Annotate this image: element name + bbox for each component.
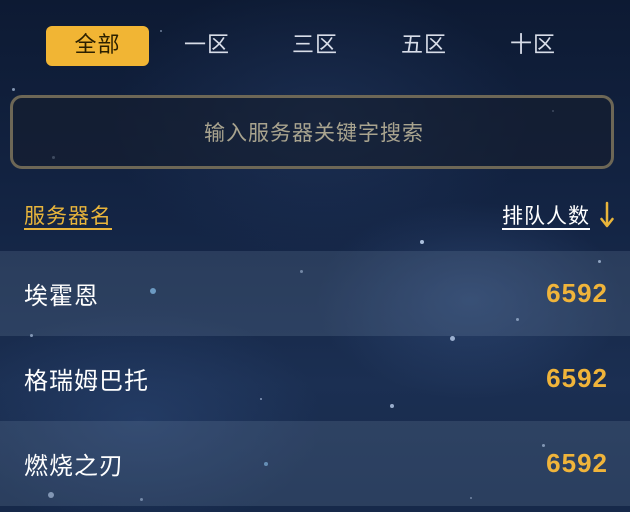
queue-count: 6592 [546, 448, 608, 478]
tab-region-1[interactable]: 一区 [176, 26, 238, 66]
tab-all[interactable]: 全部 [46, 26, 149, 66]
search-box [10, 95, 615, 169]
sort-by-server-name[interactable]: 服务器名 [24, 200, 112, 230]
arrow-down-icon [600, 201, 614, 229]
server-row[interactable]: 格瑞姆巴托 6592 [0, 336, 630, 421]
server-name: 格瑞姆巴托 [24, 367, 149, 395]
queue-count: 6592 [546, 363, 608, 393]
server-row[interactable]: 燃烧之刃 6592 [0, 421, 630, 506]
queue-count-label: 排队人数 [502, 204, 590, 228]
queue-count: 6592 [546, 278, 608, 308]
sort-by-queue-count[interactable]: 排队人数 [502, 200, 614, 230]
tab-region-5[interactable]: 五区 [393, 26, 455, 66]
tab-region-10[interactable]: 十区 [502, 26, 564, 66]
tab-region-3[interactable]: 三区 [284, 26, 346, 66]
server-name: 燃烧之刃 [24, 452, 124, 480]
server-search-input[interactable] [13, 98, 615, 168]
region-tabs: 全部 一区 三区 五区 十区 [46, 26, 606, 66]
server-name: 埃霍恩 [24, 282, 99, 310]
server-row[interactable]: 埃霍恩 6592 [0, 251, 630, 336]
